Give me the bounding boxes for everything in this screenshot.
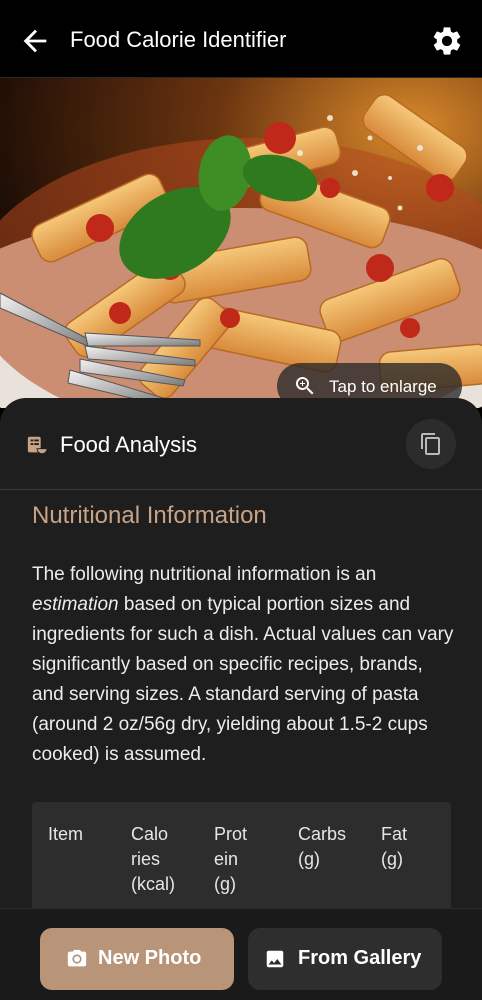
col-header-carbs: Carbs (g) [298,824,347,869]
para-text-rest: based on typical portion sizes and ingre… [32,594,454,765]
para-text: The following nutritional information is… [32,564,377,585]
copy-button[interactable] [406,419,456,469]
header-divider [0,489,482,490]
col-header-fat: Fat (g) [381,824,408,869]
col-header-item: Item [48,824,84,844]
pasta-image [0,78,482,408]
enlarge-label: Tap to enlarge [329,377,437,396]
analysis-sheet: Food Analysis Nutritional Information Th… [0,398,482,908]
analysis-paragraph: The following nutritional information is… [32,560,457,770]
new-photo-label: New Photo [98,947,202,969]
analysis-title: Food Analysis [60,432,197,457]
para-emphasis: estimation [32,594,119,615]
zoom-in-icon [296,377,314,395]
food-photo[interactable] [0,78,482,408]
arrow-back-icon[interactable] [18,24,52,58]
from-gallery-button[interactable]: From Gallery [248,928,442,990]
col-header-protein: Prot ein (g) [214,824,248,894]
from-gallery-label: From Gallery [298,947,422,969]
image-icon [266,950,284,968]
new-photo-button[interactable]: New Photo [40,928,234,990]
bottom-action-bar: New Photo From Gallery [0,908,482,1000]
gear-icon[interactable] [430,24,464,58]
app-bar: Food Calorie Identifier [0,0,482,78]
food-menu-icon [27,436,48,455]
nutrition-table: Item Calo ries (kcal) Prot ein (g) Carbs… [32,802,451,908]
col-header-calories: Calo ries (kcal) [131,824,175,894]
copy-icon [421,433,440,455]
camera-icon [67,949,87,967]
section-title: Nutritional Information [32,502,267,529]
app-title: Food Calorie Identifier [70,27,287,52]
